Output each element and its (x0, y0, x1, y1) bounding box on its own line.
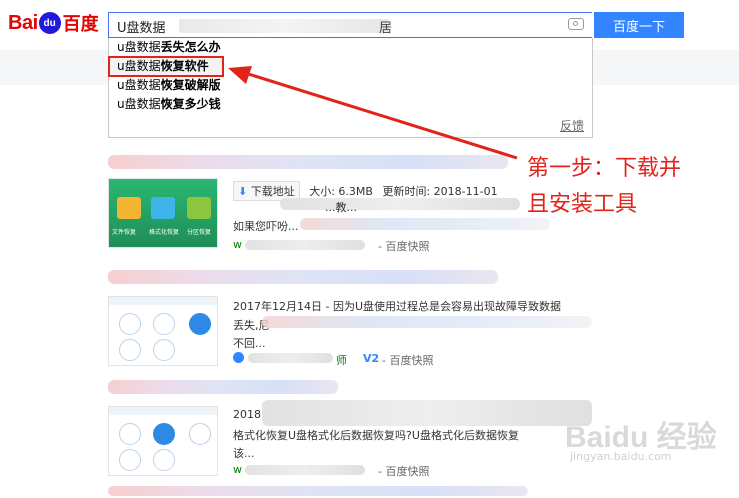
paw-icon: du (38, 12, 61, 34)
result-thumbnail[interactable] (108, 296, 218, 366)
search-query-tail: 居 (379, 21, 393, 36)
search-query-text: U盘数据 (117, 21, 166, 36)
blurred-url (245, 240, 365, 250)
blurred-text (262, 316, 592, 328)
result-snippet-date: 2017年12月14日 - 因为U盘使用过程总是会容易出现故障导致数据 (233, 300, 562, 313)
kuaizhao-link[interactable]: - 百度快照 (378, 463, 429, 479)
suggestion-item-highlighted[interactable]: u盘数据恢复软件 (108, 56, 224, 77)
annotation-step1-line2: 且安装工具 (527, 192, 638, 217)
v2-badge: V2 (363, 352, 380, 365)
suggestion-item[interactable]: u盘数据丢失怎么办 (109, 38, 592, 57)
result-snippet: 不回... (233, 337, 266, 350)
result-snippet: ...教... (325, 201, 357, 214)
kuaizhao-link[interactable]: - 百度快照 (378, 238, 429, 254)
result-title-blurred[interactable] (108, 155, 508, 169)
download-icon: ⬇ (238, 185, 248, 198)
blurred-text (262, 400, 592, 426)
logo-baidu-cn: 百度 (62, 14, 99, 35)
result-snippet: 格式化恢复U盘格式化后数据恢复吗?U盘格式化后数据恢复 (233, 429, 519, 442)
blurred-url (245, 465, 365, 475)
result-thumbnail[interactable]: 文件恢复 格式化恢复 分区恢复 (108, 178, 218, 248)
result-snippet: 该... (233, 447, 255, 460)
blurred-query-part (179, 19, 389, 33)
feedback-link[interactable]: 反馈 (560, 117, 584, 134)
kuaizhao-link[interactable]: - 百度快照 (382, 352, 433, 368)
blurred-url (248, 353, 333, 363)
source-suffix: 师 (336, 354, 347, 367)
suggestion-dropdown: u盘数据丢失怎么办 u盘数据恢复软件 u盘数据恢复破解版 u盘数据恢复多少钱 反… (108, 38, 593, 138)
blurred-text (300, 218, 550, 230)
search-input[interactable]: U盘数据 居 (108, 12, 592, 38)
search-button[interactable]: 百度一下 (594, 12, 684, 38)
suggestion-item[interactable]: u盘数据恢复多少钱 (109, 95, 592, 114)
source-icon (233, 352, 244, 363)
annotation-step1-line1: 第一步：下载并 (527, 156, 682, 181)
baidu-logo[interactable]: Bai du 百度 (8, 10, 99, 36)
blurred-text (280, 198, 520, 210)
result-snippet-date: 2018 (233, 408, 261, 421)
result-snippet: 如果您吓吩... (233, 220, 299, 233)
result-thumbnail[interactable] (108, 406, 218, 476)
suggestion-item[interactable]: u盘数据恢复破解版 (109, 76, 592, 95)
result-title-blurred[interactable] (108, 486, 528, 496)
watermark-url: jingyan.baidu.com (570, 450, 672, 463)
result-url[interactable]: w (233, 238, 242, 251)
logo-bai: Bai (8, 11, 38, 34)
result-title-blurred[interactable] (108, 380, 338, 394)
result-url[interactable]: w (233, 463, 242, 476)
result-title-blurred[interactable] (108, 270, 498, 284)
camera-icon[interactable] (568, 18, 584, 30)
